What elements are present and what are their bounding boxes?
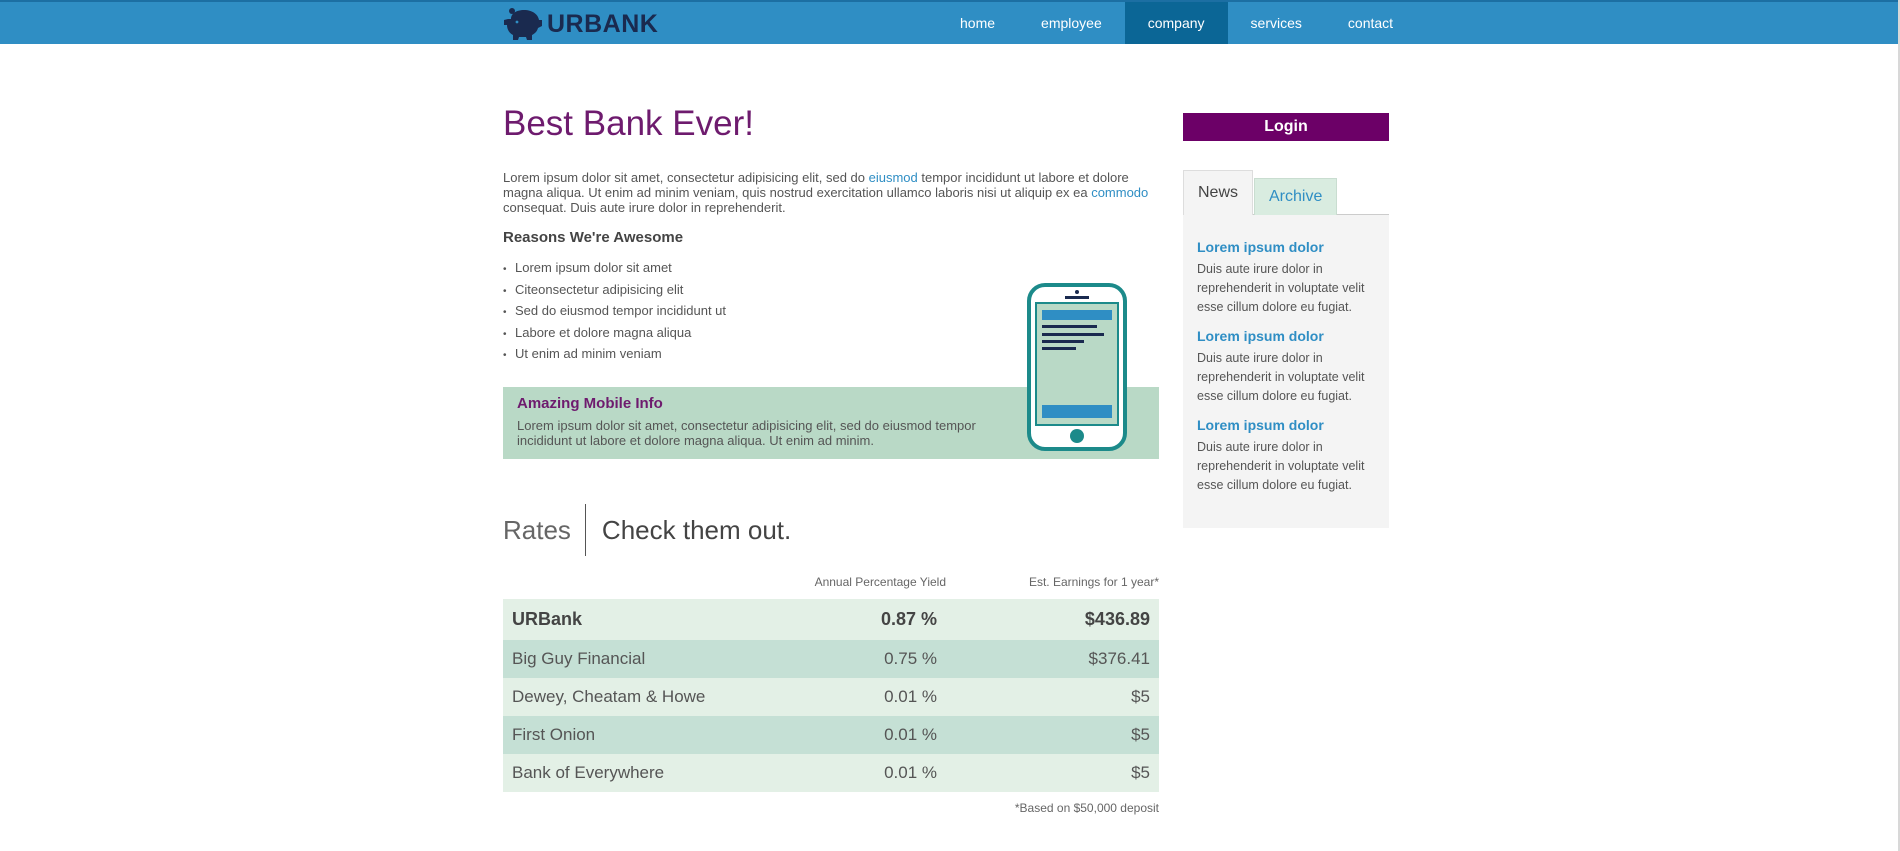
login-button[interactable]: Login [1183, 113, 1389, 141]
bank-name: First Onion [512, 725, 596, 744]
table-row: Big Guy Financial 0.75 % $376.41 [503, 640, 1159, 678]
page-title: Best Bank Ever! [503, 104, 754, 143]
tab-news[interactable]: News [1183, 170, 1254, 216]
piggy-bank-icon [504, 8, 542, 40]
intro-link-eiusmod[interactable]: eiusmod [869, 170, 918, 185]
list-item: Sed do eiusmod tempor incididunt ut [503, 301, 726, 323]
reasons-heading: Reasons We're Awesome [503, 229, 684, 246]
brand-name: URBANK [547, 9, 659, 38]
nav-contact[interactable]: contact [1325, 2, 1416, 44]
apy-value: 0.75 % [884, 649, 937, 668]
reasons-list: Lorem ipsum dolor sit amet Citeonsectetu… [503, 258, 726, 366]
news-item-body: Duis aute irure dolor in reprehenderit i… [1197, 440, 1365, 492]
list-item: Ut enim ad minim veniam [503, 344, 726, 366]
nav-company[interactable]: company [1124, 2, 1228, 44]
mobile-info-heading: Amazing Mobile Info [517, 395, 663, 412]
col-earnings-header: Est. Earnings for 1 year* [1028, 575, 1159, 589]
sidebar: Login News Archive Lorem ipsum dolor Dui… [1183, 113, 1389, 528]
bank-name: URBank [512, 609, 583, 629]
list-item: Labore et dolore magna aliqua [503, 323, 726, 345]
news-item-title[interactable]: Lorem ipsum dolor [1197, 239, 1381, 255]
navigation-bar: URBANK home employee company services co… [0, 2, 1898, 44]
table-row: URBank 0.87 % $436.89 [503, 599, 1159, 640]
rates-header: Rates Check them out. [503, 504, 791, 556]
rates-label: Rates [503, 504, 586, 556]
apy-value: 0.87 % [880, 609, 937, 629]
tab-archive[interactable]: Archive [1254, 178, 1338, 216]
news-item: Lorem ipsum dolor Duis aute irure dolor … [1197, 328, 1381, 406]
bank-name: Dewey, Cheatam & Howe [512, 687, 706, 706]
main-nav: home employee company services contact [937, 2, 1416, 44]
news-item-title[interactable]: Lorem ipsum dolor [1197, 417, 1381, 433]
bank-name: Bank of Everywhere [512, 763, 665, 782]
mobile-info-text: Lorem ipsum dolor sit amet, consectetur … [517, 418, 976, 448]
apy-value: 0.01 % [884, 725, 937, 744]
news-panel: Lorem ipsum dolor Duis aute irure dolor … [1183, 215, 1389, 528]
brand-logo[interactable]: URBANK [503, 8, 658, 40]
list-item: Citeonsectetur adipisicing elit [503, 280, 726, 302]
sidebar-tabs: News Archive [1183, 170, 1389, 216]
apy-value: 0.01 % [884, 687, 937, 706]
col-apy-header: Annual Percentage Yield [814, 575, 946, 589]
news-item: Lorem ipsum dolor Duis aute irure dolor … [1197, 239, 1381, 317]
table-row: Bank of Everywhere 0.01 % $5 [503, 754, 1159, 792]
rates-column-headers: Annual Percentage Yield Est. Earnings fo… [503, 575, 1159, 591]
bank-name: Big Guy Financial [512, 649, 646, 668]
intro-link-commodo[interactable]: commodo [1091, 185, 1148, 200]
rates-footnote: *Based on $50,000 deposit [1014, 801, 1159, 815]
table-row: First Onion 0.01 % $5 [503, 716, 1159, 754]
nav-services[interactable]: services [1228, 2, 1325, 44]
earnings-value: $436.89 [1084, 609, 1150, 629]
news-item-title[interactable]: Lorem ipsum dolor [1197, 328, 1381, 344]
news-item-body: Duis aute irure dolor in reprehenderit i… [1197, 262, 1365, 314]
rates-tagline: Check them out. [601, 514, 792, 545]
intro-text-1: Lorem ipsum dolor sit amet, consectetur … [503, 170, 869, 185]
intro-text-3: consequat. Duis aute irure dolor in repr… [503, 200, 786, 215]
earnings-value: $376.41 [1088, 649, 1150, 668]
earnings-value: $5 [1131, 725, 1150, 744]
intro-paragraph: Lorem ipsum dolor sit amet, consectetur … [503, 170, 1159, 215]
earnings-value: $5 [1131, 687, 1150, 706]
nav-home[interactable]: home [937, 2, 1018, 44]
list-item: Lorem ipsum dolor sit amet [503, 258, 726, 280]
news-item-body: Duis aute irure dolor in reprehenderit i… [1197, 351, 1365, 403]
news-item: Lorem ipsum dolor Duis aute irure dolor … [1197, 417, 1381, 495]
apy-value: 0.01 % [884, 763, 937, 782]
mobile-phone-icon [1027, 283, 1127, 451]
rates-table: URBank 0.87 % $436.89 Big Guy Financial … [503, 599, 1159, 792]
table-row: Dewey, Cheatam & Howe 0.01 % $5 [503, 678, 1159, 716]
nav-employee[interactable]: employee [1018, 2, 1125, 44]
earnings-value: $5 [1131, 763, 1150, 782]
